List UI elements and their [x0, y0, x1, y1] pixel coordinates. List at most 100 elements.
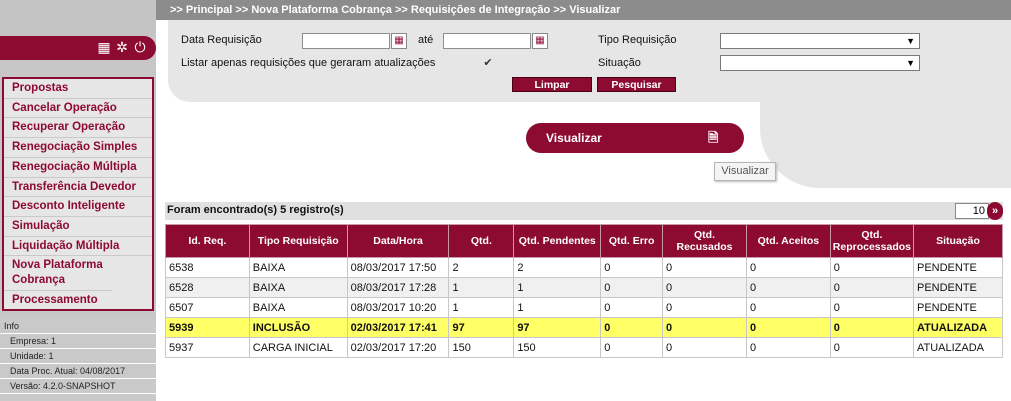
menu-item-processamento[interactable]: Processamento — [4, 291, 152, 310]
table-cell: 6507 — [165, 297, 250, 318]
info-data-proc: Data Proc. Atual: 04/08/2017 — [0, 364, 156, 379]
table-cell: 1 — [513, 297, 602, 318]
table-cell: 5939 — [165, 317, 250, 338]
table-cell: 0 — [829, 257, 914, 278]
calendar-icon[interactable]: ▦ — [532, 33, 548, 49]
data-inicio-input[interactable] — [302, 33, 390, 49]
sidebar-menu: Propostas Cancelar Operação Recuperar Op… — [2, 77, 154, 312]
menu-item-desconto-inteligente[interactable]: Desconto Inteligente — [4, 197, 152, 217]
menu-item-propostas[interactable]: Propostas — [4, 79, 152, 99]
limpar-button[interactable]: Limpar — [512, 77, 592, 92]
column-header[interactable]: Qtd. Erro — [600, 224, 664, 258]
table-cell: 0 — [829, 297, 914, 318]
table-cell: 0 — [745, 317, 831, 338]
filter-panel: Data Requisição ▦ até ▦ Tipo Requisição … — [168, 20, 1011, 102]
table-cell: 0 — [662, 277, 747, 298]
menu-item-nova-plataforma-cobranca[interactable]: Nova Plataforma Cobrança — [4, 256, 112, 291]
table-cell: 0 — [829, 277, 914, 298]
breadcrumb: >> Principal >> Nova Plataforma Cobrança… — [156, 0, 1011, 20]
menu-item-liquidacao-multipla[interactable]: Liquidação Múltipla — [4, 237, 152, 257]
results-summary: Foram encontrado(s) 5 registro(s) — [167, 204, 344, 216]
menu-item-simulacao[interactable]: Simulação — [4, 217, 152, 237]
table-cell: BAIXA — [248, 257, 348, 278]
data-fim-input[interactable] — [443, 33, 531, 49]
table-cell: ATUALIZADA — [912, 337, 1004, 358]
menu-item-transferencia-devedor[interactable]: Transferência Devedor — [4, 178, 152, 198]
sidebar-header — [0, 0, 156, 36]
menu-item-recuperar-operacao[interactable]: Recuperar Operação — [4, 118, 152, 139]
table-cell: 02/03/2017 17:41 — [346, 317, 450, 338]
table-cell: INCLUSÃO — [248, 317, 348, 338]
table-cell: 0 — [662, 297, 747, 318]
table-cell: 5937 — [165, 337, 250, 358]
table-row[interactable]: 6528 BAIXA 08/03/2017 17:28 1 1 0 0 0 0 … — [165, 277, 1004, 298]
table-row[interactable]: 6538 BAIXA 08/03/2017 17:50 2 2 0 0 0 0 … — [165, 257, 1004, 278]
tipo-requisicao-select[interactable]: ▼ — [720, 33, 920, 49]
table-cell: 0 — [662, 337, 747, 358]
table-cell: 1 — [513, 277, 602, 298]
table-cell: PENDENTE — [912, 257, 1004, 278]
table-header-row: Id. Req. Tipo Requisição Data/Hora Qtd. … — [165, 224, 1004, 258]
visualizar-tooltip: Visualizar — [714, 162, 776, 181]
info-empresa: Empresa: 1 — [0, 334, 156, 349]
menu-item-cancelar-operacao[interactable]: Cancelar Operação — [4, 99, 152, 119]
table-cell: BAIXA — [248, 297, 348, 318]
sidebar: ▦ ✲ ⏻ Propostas Cancelar Operação Recupe… — [0, 0, 156, 401]
column-header[interactable]: Data/Hora — [346, 224, 450, 258]
table-cell: 0 — [745, 297, 831, 318]
table-cell: BAIXA — [248, 277, 348, 298]
column-header[interactable]: Situação — [912, 224, 1004, 258]
table-cell: 0 — [662, 317, 747, 338]
next-page-icon[interactable]: » — [987, 202, 1003, 220]
column-header[interactable]: Qtd. Aceitos — [745, 224, 831, 258]
table-cell: 0 — [829, 337, 914, 358]
page-size-input[interactable]: 10 — [955, 203, 989, 219]
column-header[interactable]: Qtd. — [448, 224, 515, 258]
listar-apenas-checkbox[interactable]: ✔ — [482, 57, 494, 69]
table-cell: 0 — [745, 277, 831, 298]
table-cell: 0 — [600, 297, 664, 318]
table-cell: 0 — [745, 257, 831, 278]
pesquisar-button[interactable]: Pesquisar — [597, 77, 676, 92]
table-row[interactable]: 5937 CARGA INICIAL 02/03/2017 17:20 150 … — [165, 337, 1004, 358]
ate-label: até — [418, 34, 434, 46]
column-header[interactable]: Qtd. Pendentes — [513, 224, 602, 258]
table-cell: 97 — [513, 317, 602, 338]
table-row[interactable]: 6507 BAIXA 08/03/2017 10:20 1 1 0 0 0 0 … — [165, 297, 1004, 318]
table-cell: 08/03/2017 17:28 — [346, 277, 450, 298]
info-unidade: Unidade: 1 — [0, 349, 156, 364]
table-cell: 6538 — [165, 257, 250, 278]
column-header[interactable]: Id. Req. — [165, 224, 250, 258]
data-requisicao-label: Data Requisição — [181, 34, 262, 46]
table-cell: 0 — [600, 317, 664, 338]
menu-item-renegociacao-multipla[interactable]: Renegociação Múltipla — [4, 158, 152, 178]
table-cell: 0 — [745, 337, 831, 358]
table-row-selected[interactable]: 5939 INCLUSÃO 02/03/2017 17:41 97 97 0 0… — [165, 317, 1004, 338]
table-cell: 150 — [448, 337, 515, 358]
column-header[interactable]: Tipo Requisição — [248, 224, 348, 258]
visualizar-button[interactable]: Visualizar 🗎 — [526, 123, 744, 153]
situacao-select[interactable]: ▼ — [720, 55, 920, 71]
tipo-requisicao-label: Tipo Requisição — [598, 34, 677, 46]
calculator-icon[interactable]: ▦ — [96, 39, 112, 55]
column-header[interactable]: Qtd. Recusados — [662, 224, 747, 258]
column-header[interactable]: Qtd. Reprocessados — [829, 224, 914, 258]
table-cell: 02/03/2017 17:20 — [346, 337, 450, 358]
table-cell: 0 — [600, 277, 664, 298]
calendar-icon[interactable]: ▦ — [391, 33, 407, 49]
table-cell: ATUALIZADA — [912, 317, 1004, 338]
requisicoes-table: Id. Req. Tipo Requisição Data/Hora Qtd. … — [165, 224, 1004, 358]
table-cell: 08/03/2017 10:20 — [346, 297, 450, 318]
table-cell: CARGA INICIAL — [248, 337, 348, 358]
table-cell: PENDENTE — [912, 297, 1004, 318]
table-cell: 0 — [662, 257, 747, 278]
settings-icon[interactable]: ✲ — [114, 39, 130, 55]
info-versao: Versão: 4.2.0-SNAPSHOT — [0, 379, 156, 394]
power-icon[interactable]: ⏻ — [132, 39, 148, 55]
table-cell: 0 — [829, 317, 914, 338]
table-cell: PENDENTE — [912, 277, 1004, 298]
magnifier-document-icon: 🗎 — [708, 130, 719, 145]
visualizar-background — [760, 100, 1011, 188]
menu-item-renegociacao-simples[interactable]: Renegociação Simples — [4, 138, 152, 158]
table-cell: 1 — [448, 277, 515, 298]
